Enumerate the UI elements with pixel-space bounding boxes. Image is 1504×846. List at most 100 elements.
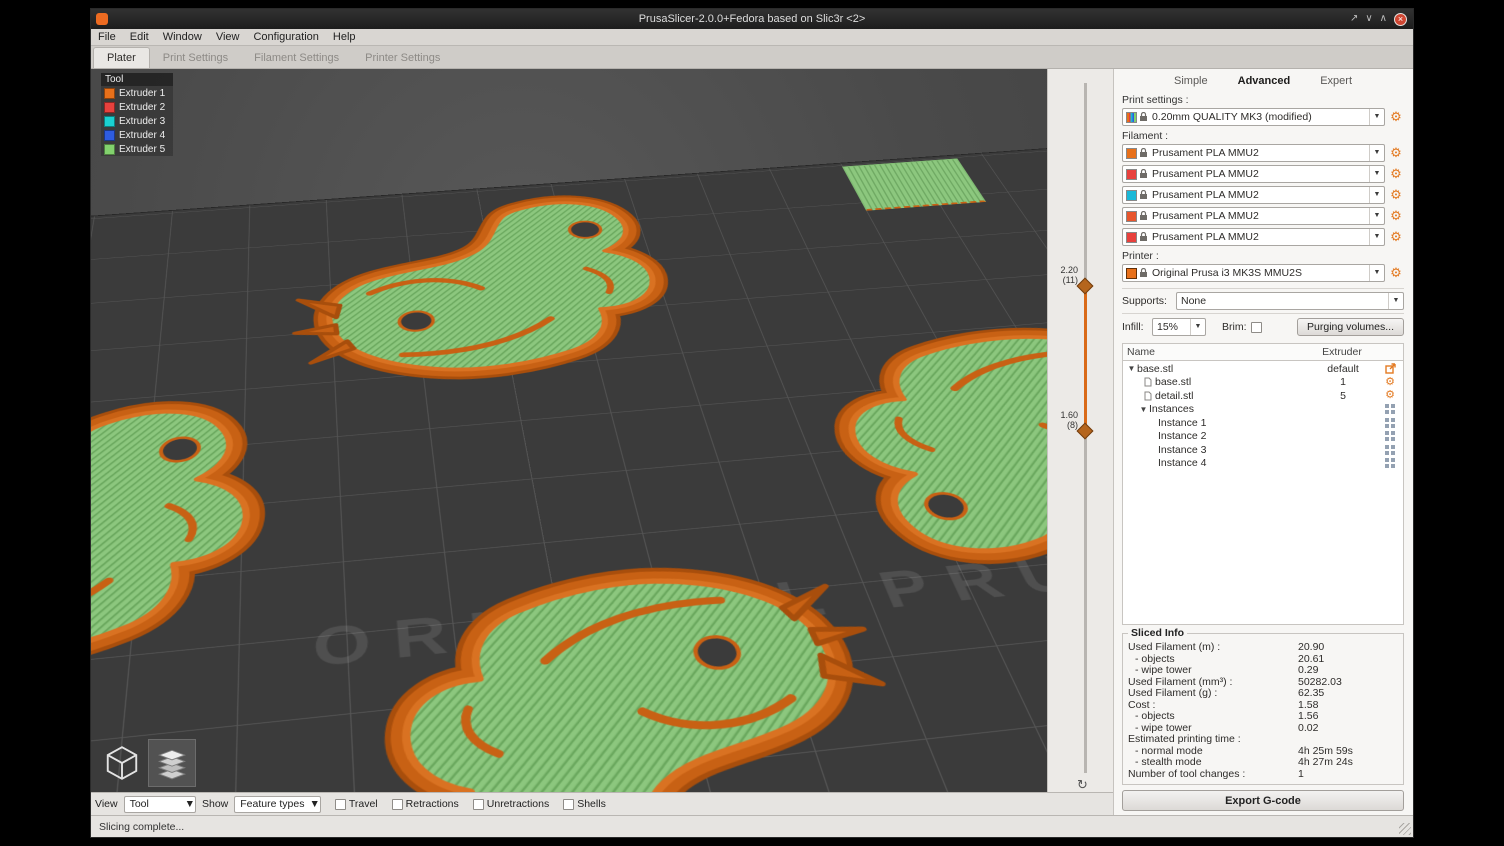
info-value: 1.56 (1298, 711, 1398, 723)
infill-select[interactable]: 15% ▼ (1152, 318, 1206, 336)
menu-file[interactable]: File (91, 30, 123, 44)
3d-viewport[interactable]: ORIGINAL PRUSA 13 12 11 10 9 8 10 11 12 … (91, 69, 1047, 792)
tab-print-settings[interactable]: Print Settings (150, 48, 241, 68)
minimize-icon[interactable]: ∨ (1365, 14, 1372, 24)
sliced-object-1[interactable] (278, 183, 743, 417)
object-list: ▼ base.stl default base.stl 1 ⚙ detail.s… (1122, 361, 1404, 625)
printer-gear-icon[interactable]: ⚙ (1388, 266, 1404, 280)
filament-5-gear-icon[interactable]: ⚙ (1388, 230, 1404, 244)
sliced-object-2[interactable] (91, 381, 329, 743)
unretractions-checkbox[interactable] (473, 799, 484, 810)
travel-checkbox[interactable] (335, 799, 346, 810)
mode-simple[interactable]: Simple (1174, 75, 1208, 87)
filament-color-swatch (1126, 190, 1137, 201)
chevron-down-icon: ▼ (1369, 145, 1384, 161)
tab-printer-settings[interactable]: Printer Settings (352, 48, 453, 68)
menu-help[interactable]: Help (326, 30, 363, 44)
object-extruder[interactable]: 1 (1306, 376, 1380, 388)
stick-window-icon[interactable]: ↗ (1350, 14, 1358, 24)
table-row[interactable]: Instance 4 (1123, 457, 1403, 471)
info-label: Used Filament (g) : (1128, 688, 1298, 700)
print-settings-gear-icon[interactable]: ⚙ (1388, 110, 1404, 124)
filament-select-4[interactable]: Prusament PLA MMU2 ▼ (1122, 207, 1385, 225)
slider-bottom-handle[interactable] (1077, 423, 1094, 440)
slider-reset-icon[interactable]: ↻ (1077, 777, 1088, 793)
instances-grid-icon (1385, 418, 1395, 428)
slider-top-handle[interactable] (1077, 278, 1094, 295)
wipe-tower[interactable] (842, 158, 986, 210)
show-select[interactable]: Feature types ▼ (234, 796, 321, 813)
filament-5-value: Prusament PLA MMU2 (1148, 231, 1369, 243)
filament-4-gear-icon[interactable]: ⚙ (1388, 209, 1404, 223)
layer-slider-strip: 2.20 (11) 1.60 (8) ↻ (1047, 69, 1113, 792)
view-select[interactable]: Tool ▼ (124, 796, 196, 813)
table-row[interactable]: base.stl 1 ⚙ (1123, 376, 1403, 390)
retractions-checkbox[interactable] (392, 799, 403, 810)
print-settings-select[interactable]: 0.20mm QUALITY MK3 (modified) ▼ (1122, 108, 1385, 126)
tab-filament-settings[interactable]: Filament Settings (241, 48, 352, 68)
table-row[interactable]: Instance 1 (1123, 416, 1403, 430)
object-settings-icon[interactable] (1385, 363, 1396, 374)
object-extruder[interactable]: default (1306, 363, 1380, 375)
info-value: 62.35 (1298, 688, 1398, 700)
table-row[interactable]: Instance 3 (1123, 443, 1403, 457)
export-gcode-button[interactable]: Export G-code (1122, 790, 1404, 811)
filament-3-gear-icon[interactable]: ⚙ (1388, 188, 1404, 202)
filament-2-value: Prusament PLA MMU2 (1148, 168, 1369, 180)
menu-edit[interactable]: Edit (123, 30, 156, 44)
print-settings-label: Print settings : (1122, 94, 1404, 106)
object-extruder[interactable]: 5 (1306, 390, 1380, 402)
table-row[interactable]: ▼ Instances (1123, 403, 1403, 417)
table-row[interactable]: ▼ base.stl default (1123, 362, 1403, 376)
printer-value: Original Prusa i3 MK3S MMU2S (1148, 267, 1369, 279)
object-name: detail.stl (1155, 390, 1306, 402)
infill-label: Infill: (1122, 321, 1152, 333)
filament-select-2[interactable]: Prusament PLA MMU2 ▼ (1122, 165, 1385, 183)
gear-icon[interactable]: ⚙ (1385, 390, 1395, 401)
filament-select-5[interactable]: Prusament PLA MMU2 ▼ (1122, 228, 1385, 246)
menu-view[interactable]: View (209, 30, 247, 44)
object-name: Instance 4 (1158, 457, 1306, 469)
show-label: Show (202, 798, 228, 810)
filament-select-1[interactable]: Prusament PLA MMU2 ▼ (1122, 144, 1385, 162)
unretractions-label: Unretractions (487, 798, 549, 810)
info-label: Estimated printing time : (1128, 734, 1298, 746)
tab-plater[interactable]: Plater (93, 47, 150, 68)
gear-icon[interactable]: ⚙ (1385, 377, 1395, 388)
chevron-down-icon[interactable]: ▼ (1138, 405, 1149, 414)
menu-window[interactable]: Window (156, 30, 209, 44)
printer-select[interactable]: Original Prusa i3 MK3S MMU2S ▼ (1122, 264, 1385, 282)
chevron-down-icon[interactable]: ▼ (1126, 364, 1137, 373)
sliced-info-panel: Sliced Info Used Filament (m) :20.90 - o… (1122, 633, 1404, 785)
filament-2-gear-icon[interactable]: ⚙ (1388, 167, 1404, 181)
preview-layers-view-icon[interactable] (149, 740, 195, 786)
filament-select-3[interactable]: Prusament PLA MMU2 ▼ (1122, 186, 1385, 204)
close-icon[interactable]: × (1394, 13, 1407, 26)
menu-configuration[interactable]: Configuration (246, 30, 325, 44)
object-name: Instance 1 (1158, 417, 1306, 429)
view-select-value: Tool (125, 798, 185, 810)
maximize-icon[interactable]: ∧ (1380, 14, 1387, 24)
info-value: 20.90 (1298, 642, 1398, 654)
title-bar: PrusaSlicer-2.0.0+Fedora based on Slic3r… (91, 9, 1413, 29)
extruder3-swatch (104, 116, 115, 127)
mode-expert[interactable]: Expert (1320, 75, 1352, 87)
supports-select[interactable]: None ▼ (1176, 292, 1404, 310)
extruder5-label: Extruder 5 (119, 144, 165, 155)
menu-bar: File Edit Window View Configuration Help (91, 29, 1413, 46)
tool-legend: Tool Extruder 1 Extruder 2 Extruder 3 Ex… (101, 73, 173, 156)
purging-volumes-button[interactable]: Purging volumes... (1297, 318, 1404, 336)
slider-bottom-value: 1.60 (1048, 410, 1078, 420)
table-row[interactable]: detail.stl 5 ⚙ (1123, 389, 1403, 403)
mode-advanced[interactable]: Advanced (1238, 75, 1291, 87)
chevron-down-icon: ▼ (1190, 319, 1205, 335)
lock-icon (1139, 148, 1148, 158)
filament-3-value: Prusament PLA MMU2 (1148, 189, 1369, 201)
filament-1-gear-icon[interactable]: ⚙ (1388, 146, 1404, 160)
3d-editor-view-icon[interactable] (99, 740, 145, 786)
brim-checkbox[interactable] (1251, 322, 1262, 333)
shells-checkbox[interactable] (563, 799, 574, 810)
resize-grip[interactable] (1399, 823, 1411, 835)
table-row[interactable]: Instance 2 (1123, 430, 1403, 444)
printer-icon (1126, 268, 1137, 279)
